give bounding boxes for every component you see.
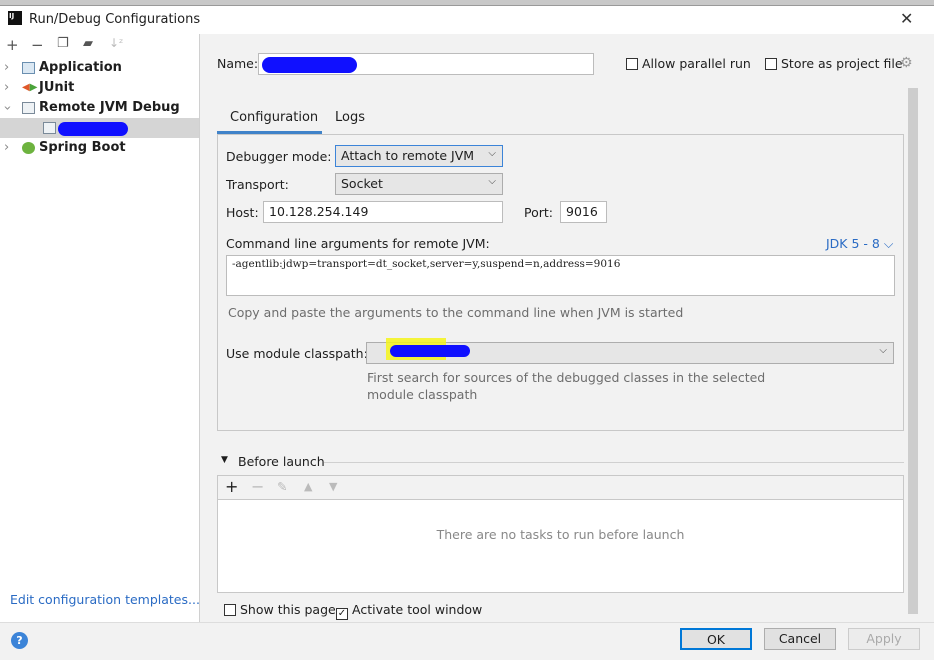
tree-item-spring-boot[interactable]: › Spring Boot	[0, 138, 199, 158]
tree-item-label: Application	[39, 60, 122, 75]
tree-item-label: JUnit	[39, 80, 75, 95]
folder-add-icon[interactable]: ▰	[83, 36, 93, 51]
divider	[324, 462, 904, 463]
tab-configuration[interactable]: Configuration	[230, 110, 318, 125]
transport-label: Transport:	[226, 177, 289, 192]
port-input[interactable]: 9016	[560, 201, 607, 223]
application-icon	[22, 62, 35, 74]
chevron-down-icon: ⌵	[488, 148, 496, 159]
empty-tasks-text: There are no tasks to run before launch	[436, 527, 685, 542]
edit-icon[interactable]: ✎	[277, 479, 287, 494]
host-input[interactable]: 10.128.254.149	[263, 201, 503, 223]
chevron-down-icon: ⌵	[488, 176, 496, 187]
edit-configuration-templates-link[interactable]: Edit configuration templates...	[10, 592, 200, 607]
before-launch-list: There are no tasks to run before launch	[217, 500, 904, 593]
tab-logs[interactable]: Logs	[335, 110, 365, 125]
redacted-scribble	[262, 57, 357, 73]
tree-item-label: Remote JVM Debug	[39, 100, 180, 115]
move-up-icon[interactable]: ▲	[304, 480, 312, 493]
tree-item-junit[interactable]: › ◀▶ JUnit	[0, 78, 199, 98]
close-icon[interactable]: ✕	[900, 9, 913, 28]
collapse-triangle-icon[interactable]: ▼	[221, 455, 228, 465]
jdk-version-dropdown[interactable]: JDK 5 - 8 ⌵	[826, 236, 893, 252]
command-line-textarea[interactable]: -agentlib:jdwp=transport=dt_socket,serve…	[226, 255, 895, 296]
tree-item-selected-config[interactable]	[0, 118, 199, 138]
redacted-scribble	[58, 122, 128, 136]
gear-icon[interactable]: ⚙	[900, 55, 913, 71]
copy-icon[interactable]: ❐	[57, 36, 69, 51]
junit-icon: ◀▶	[22, 82, 38, 93]
chevron-right-icon[interactable]: ›	[4, 58, 9, 78]
redacted-scribble	[390, 345, 470, 357]
help-icon[interactable]: ?	[11, 632, 28, 649]
store-as-project-file-checkbox[interactable]: Store as project file	[765, 56, 903, 71]
scrollbar[interactable]	[908, 88, 918, 614]
command-line-label: Command line arguments for remote JVM:	[226, 236, 490, 251]
module-hint: module classpath	[367, 387, 478, 402]
remote-debug-icon	[22, 102, 35, 114]
port-label: Port:	[524, 205, 553, 220]
minus-icon[interactable]: −	[31, 36, 44, 54]
before-launch-title[interactable]: Before launch	[238, 454, 325, 469]
chevron-right-icon[interactable]: ›	[4, 138, 9, 158]
move-down-icon[interactable]: ▼	[329, 480, 337, 493]
show-this-page-checkbox[interactable]: Show this page	[224, 602, 336, 617]
allow-parallel-run-checkbox[interactable]: Allow parallel run	[626, 56, 751, 71]
ok-button[interactable]: OK	[680, 628, 752, 650]
window-title: Run/Debug Configurations	[29, 12, 201, 27]
tree-item-label: Spring Boot	[39, 140, 126, 155]
plus-icon[interactable]: +	[225, 477, 238, 496]
cancel-button[interactable]: Cancel	[764, 628, 836, 650]
chevron-right-icon[interactable]: ›	[4, 78, 9, 98]
debugger-mode-select[interactable]: Attach to remote JVM ⌵	[335, 145, 503, 167]
sort-icon[interactable]: ↓ᶻ	[109, 36, 123, 50]
tree-item-application[interactable]: › Application	[0, 58, 199, 78]
remote-debug-icon	[43, 122, 56, 134]
chevron-down-icon[interactable]: ›	[0, 105, 17, 110]
apply-button[interactable]: Apply	[848, 628, 920, 650]
debugger-mode-label: Debugger mode:	[226, 149, 332, 164]
name-label: Name:	[217, 56, 259, 71]
command-line-hint: Copy and paste the arguments to the comm…	[228, 305, 684, 320]
activate-tool-window-checkbox[interactable]: ✓ Activate tool window	[336, 602, 482, 620]
chevron-down-icon: ⌵	[879, 345, 887, 356]
intellij-logo-icon: IJ	[8, 11, 22, 25]
spring-boot-icon	[22, 142, 35, 154]
minus-icon[interactable]: −	[251, 477, 264, 496]
plus-icon[interactable]: +	[6, 36, 19, 54]
tree-item-remote-jvm-debug[interactable]: › Remote JVM Debug	[0, 98, 199, 118]
module-classpath-label: Use module classpath:	[226, 346, 368, 361]
before-launch-toolbar: + − ✎ ▲ ▼	[217, 475, 904, 500]
module-hint: First search for sources of the debugged…	[367, 370, 766, 385]
transport-select[interactable]: Socket ⌵	[335, 173, 503, 195]
host-label: Host:	[226, 205, 259, 220]
